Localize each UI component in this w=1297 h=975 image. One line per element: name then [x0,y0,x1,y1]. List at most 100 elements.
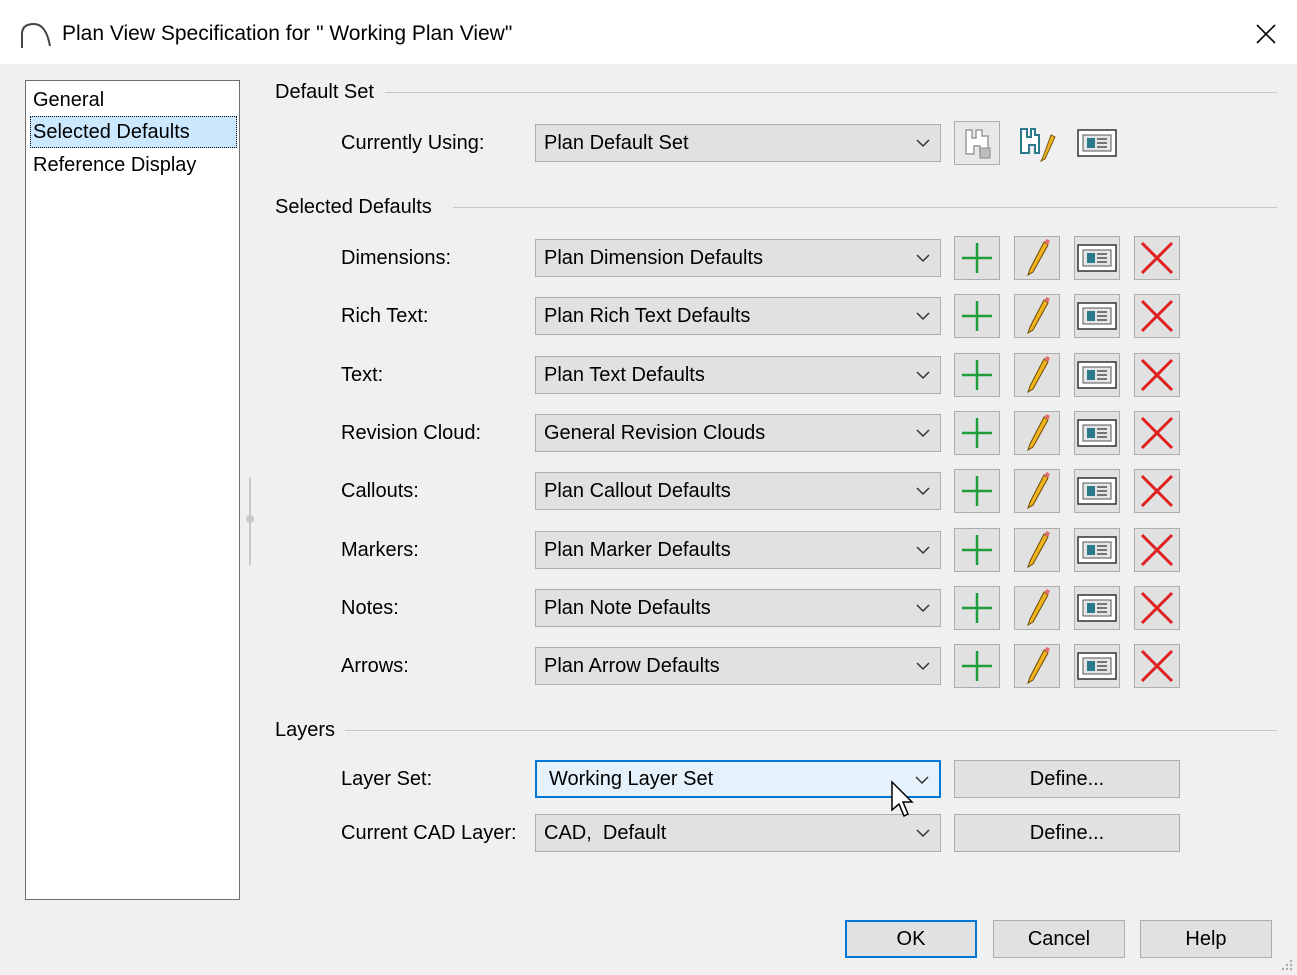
chevron-down-icon [916,312,930,321]
delete-x-icon [1140,533,1174,567]
default-row-label: Revision Cloud: [341,422,482,444]
default-row-label: Arrows: [341,655,409,677]
current-cad-layer-label: Current CAD Layer: [341,822,517,844]
edit-default-button[interactable] [1014,294,1060,338]
open-default-set-button[interactable] [1074,121,1120,165]
default-row-value: Plan Text Defaults [544,364,705,386]
chevron-down-icon [915,776,929,785]
delete-x-icon [1140,416,1174,450]
default-row-select[interactable]: Plan Marker Defaults [535,531,941,569]
pencil-icon [1027,531,1050,569]
cad-layer-select[interactable]: CAD, Default [535,814,941,852]
plus-icon [962,301,992,331]
edit-default-button[interactable] [1014,586,1060,630]
help-button[interactable]: Help [1140,920,1272,958]
delete-default-button[interactable] [1134,586,1180,630]
close-button[interactable] [1238,12,1294,56]
define-cad-layer-button[interactable]: Define... [954,814,1180,852]
delete-x-icon [1140,358,1174,392]
add-default-button[interactable] [954,411,1000,455]
layer-set-label: Layer Set: [341,768,433,790]
resize-grip-icon[interactable] [1279,957,1293,971]
open-defaults-icon [1077,536,1117,564]
splitter-grip[interactable] [246,515,254,523]
delete-default-button[interactable] [1134,294,1180,338]
add-default-button[interactable] [954,469,1000,513]
layer-set-value: Working Layer Set [549,768,714,790]
delete-default-button[interactable] [1134,644,1180,688]
add-default-button[interactable] [954,586,1000,630]
cancel-button[interactable]: Cancel [993,920,1125,958]
chevron-down-icon [916,139,930,148]
default-set-select[interactable]: Plan Default Set [535,124,941,162]
delete-default-button[interactable] [1134,411,1180,455]
open-default-button[interactable] [1074,644,1120,688]
plus-icon [962,243,992,273]
delete-x-icon [1140,649,1174,683]
delete-x-icon [1140,474,1174,508]
default-row-select[interactable]: Plan Text Defaults [535,356,941,394]
open-default-button[interactable] [1074,528,1120,572]
title-bar: Plan View Specification for " Working Pl… [0,0,1297,64]
delete-x-icon [1140,241,1174,275]
default-row-select[interactable]: Plan Note Defaults [535,589,941,627]
default-row-label: Dimensions: [341,247,452,269]
edit-default-button[interactable] [1014,644,1060,688]
open-default-button[interactable] [1074,469,1120,513]
edit-default-button[interactable] [1014,353,1060,397]
layer-set-select[interactable]: Working Layer Set [535,760,941,798]
add-default-button[interactable] [954,294,1000,338]
add-default-button[interactable] [954,236,1000,280]
section-title-layers: Layers [275,719,346,742]
open-default-button[interactable] [1074,411,1120,455]
default-row-select[interactable]: Plan Rich Text Defaults [535,297,941,335]
default-row-label: Rich Text: [341,305,429,327]
open-default-button[interactable] [1074,236,1120,280]
delete-default-button[interactable] [1134,528,1180,572]
default-row-label: Callouts: [341,480,419,502]
ok-button[interactable]: OK [845,920,977,958]
add-default-button[interactable] [954,644,1000,688]
category-list[interactable]: General Selected Defaults Reference Disp… [25,80,240,900]
delete-default-button[interactable] [1134,353,1180,397]
save-default-set-button[interactable] [954,121,1000,165]
default-row-select[interactable]: Plan Dimension Defaults [535,239,941,277]
default-row-select[interactable]: Plan Callout Defaults [535,472,941,510]
default-row-value: Plan Note Defaults [544,597,711,619]
define-layer-set-button[interactable]: Define... [954,760,1180,798]
edit-default-button[interactable] [1014,236,1060,280]
default-row-value: Plan Dimension Defaults [544,247,763,269]
default-row-select[interactable]: Plan Arrow Defaults [535,647,941,685]
open-defaults-icon [1077,361,1117,389]
chevron-down-icon [916,254,930,263]
open-defaults-icon [1077,419,1117,447]
add-default-button[interactable] [954,353,1000,397]
nav-item-reference-display[interactable]: Reference Display [30,149,237,181]
chevron-down-icon [916,371,930,380]
open-defaults-icon [1077,594,1117,622]
default-row-label: Markers: [341,539,419,561]
app-arc-icon [21,22,51,48]
pencil-icon [1027,239,1050,277]
edit-default-button[interactable] [1014,411,1060,455]
pencil-icon [1027,589,1050,627]
default-row-select[interactable]: General Revision Clouds [535,414,941,452]
nav-item-general[interactable]: General [30,84,237,116]
edit-default-button[interactable] [1014,528,1060,572]
edit-default-button[interactable] [1014,469,1060,513]
open-default-button[interactable] [1074,353,1120,397]
pencil-icon [1027,297,1050,335]
edit-default-set-button[interactable] [1014,121,1060,165]
open-default-button[interactable] [1074,586,1120,630]
default-set-value: Plan Default Set [544,132,689,154]
delete-x-icon [1140,591,1174,625]
pencil-icon [1027,414,1050,452]
close-icon [1256,24,1276,44]
pencil-icon [1027,647,1050,685]
add-default-button[interactable] [954,528,1000,572]
chevron-down-icon [916,829,930,838]
delete-default-button[interactable] [1134,236,1180,280]
delete-default-button[interactable] [1134,469,1180,513]
open-default-button[interactable] [1074,294,1120,338]
nav-item-selected-defaults[interactable]: Selected Defaults [30,116,237,148]
